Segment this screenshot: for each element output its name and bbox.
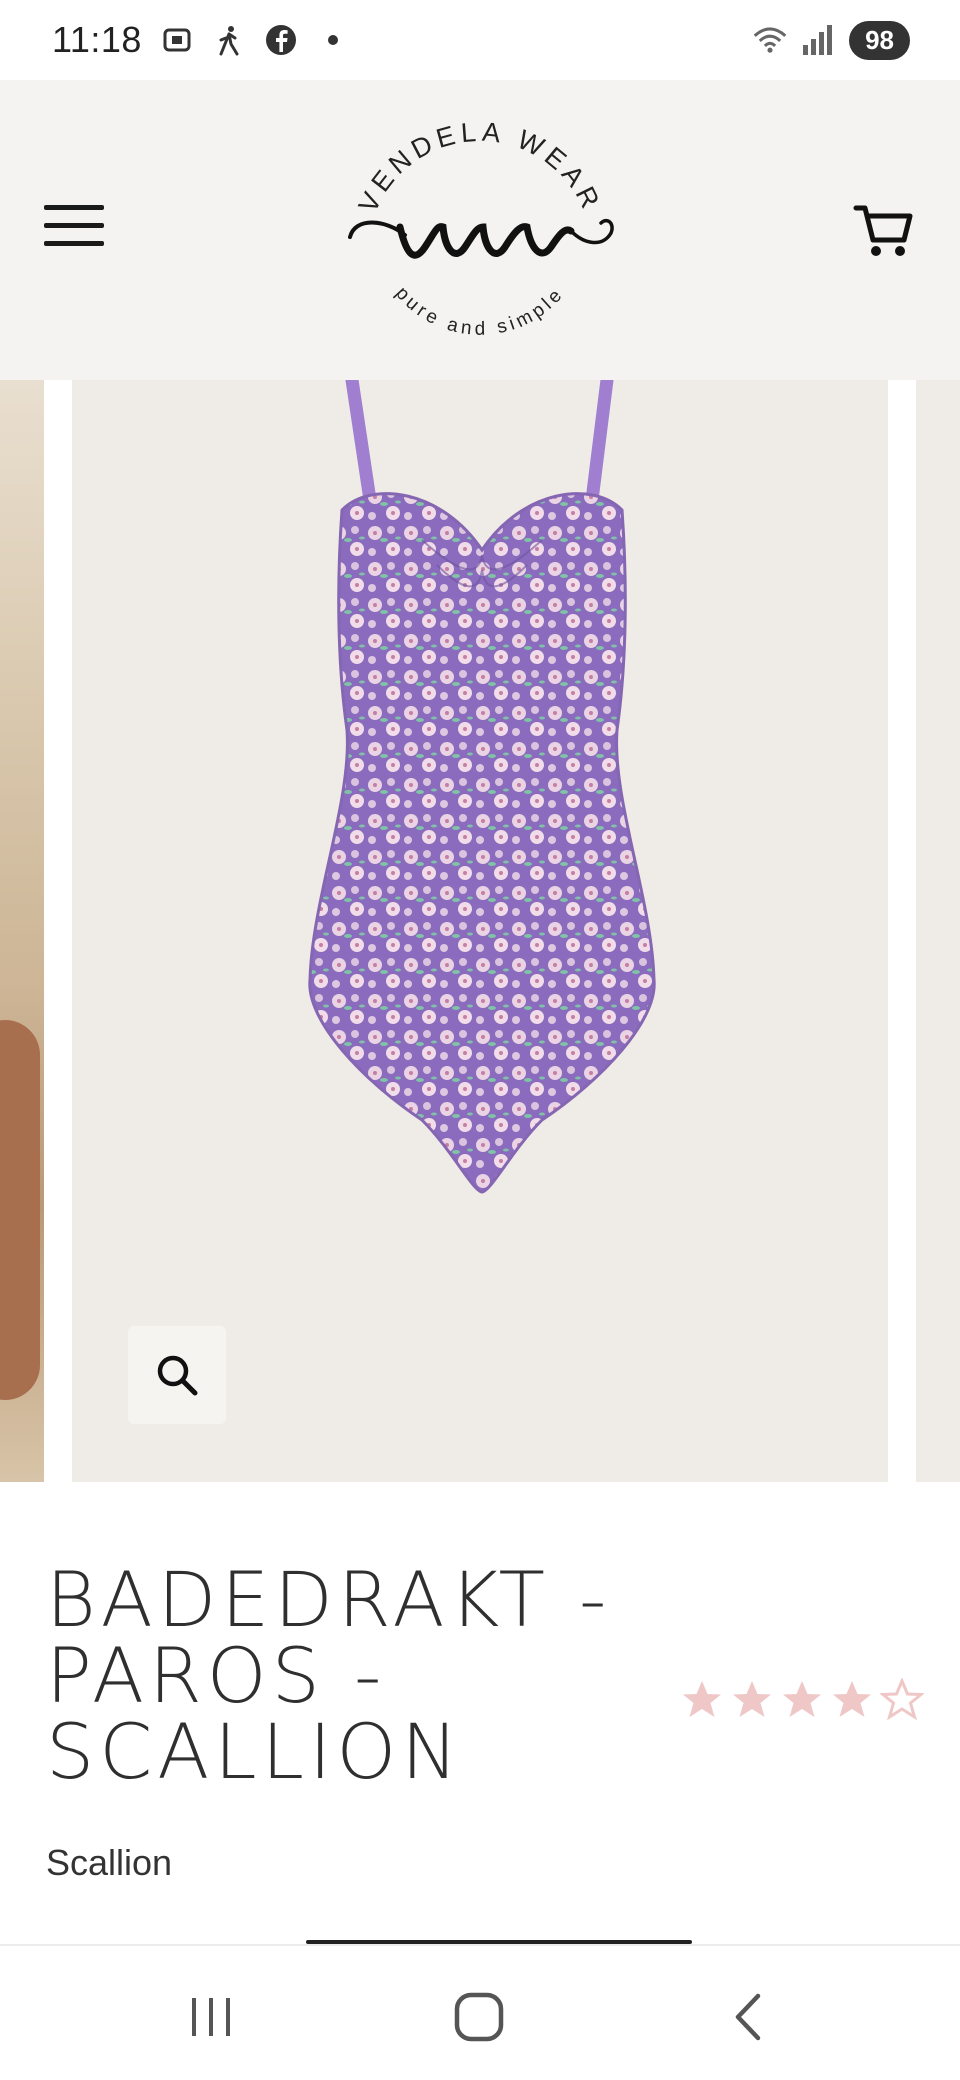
- battery-indicator: 98: [849, 20, 910, 60]
- status-time: 11:18: [52, 19, 142, 60]
- signal-icon: [801, 23, 835, 57]
- status-right: 98: [753, 20, 910, 60]
- facebook-icon: [264, 23, 298, 57]
- star-filled-icon: [783, 1681, 821, 1717]
- home-icon: [454, 1992, 504, 2042]
- home-button[interactable]: [444, 1982, 514, 2052]
- screenshot-icon: [160, 23, 194, 57]
- system-nav-bar: [0, 1944, 960, 2080]
- search-icon: [157, 1355, 198, 1396]
- cart-icon: [853, 205, 913, 256]
- product-title-line-3: SCALLION: [46, 1707, 464, 1796]
- back-icon: [735, 1993, 761, 2041]
- back-button[interactable]: [714, 1982, 784, 2052]
- floral-swimsuit-image: [308, 380, 656, 1194]
- star-empty-icon: [880, 1678, 924, 1721]
- walking-icon: [212, 23, 246, 57]
- wifi-icon: [753, 23, 787, 57]
- logo[interactable]: VENDELA WEAR pure and simple: [335, 102, 625, 362]
- screen: 11:18 98 VENDELA WEAR pure and simple BA…: [0, 0, 960, 2080]
- site-header: VENDELA WEAR pure and simple: [0, 80, 960, 380]
- menu-button[interactable]: [44, 205, 104, 257]
- recent-apps-icon: [192, 1998, 230, 2036]
- dot-icon: [316, 23, 350, 57]
- star-filled-icon: [833, 1681, 871, 1717]
- logo-bottom-text: pure and simple: [391, 283, 565, 340]
- star-filled-icon: [683, 1681, 721, 1717]
- gallery-next-image[interactable]: [916, 380, 960, 1482]
- variant-label: Scallion: [46, 1842, 173, 1883]
- product-title: BADEDRAKT - PAROS - SCALLION: [46, 1562, 666, 1790]
- product-gallery[interactable]: [0, 380, 960, 1482]
- svg-text:pure and simple: pure and simple: [391, 283, 569, 340]
- recent-apps-button[interactable]: [176, 1982, 246, 2052]
- gallery-previous-image[interactable]: [0, 380, 44, 1482]
- logo-mark-icon: [348, 218, 614, 259]
- product-rating[interactable]: [680, 1678, 924, 1722]
- product-info: BADEDRAKT - PAROS - SCALLION Scallion: [0, 1482, 960, 1944]
- status-left: 11:18: [52, 19, 350, 61]
- status-bar: 11:18 98: [0, 0, 960, 80]
- zoom-button[interactable]: [128, 1326, 226, 1424]
- cart-button[interactable]: [852, 198, 916, 262]
- gallery-main-image[interactable]: [72, 380, 888, 1482]
- hamburger-icon: [44, 205, 104, 246]
- star-filled-icon: [733, 1681, 771, 1717]
